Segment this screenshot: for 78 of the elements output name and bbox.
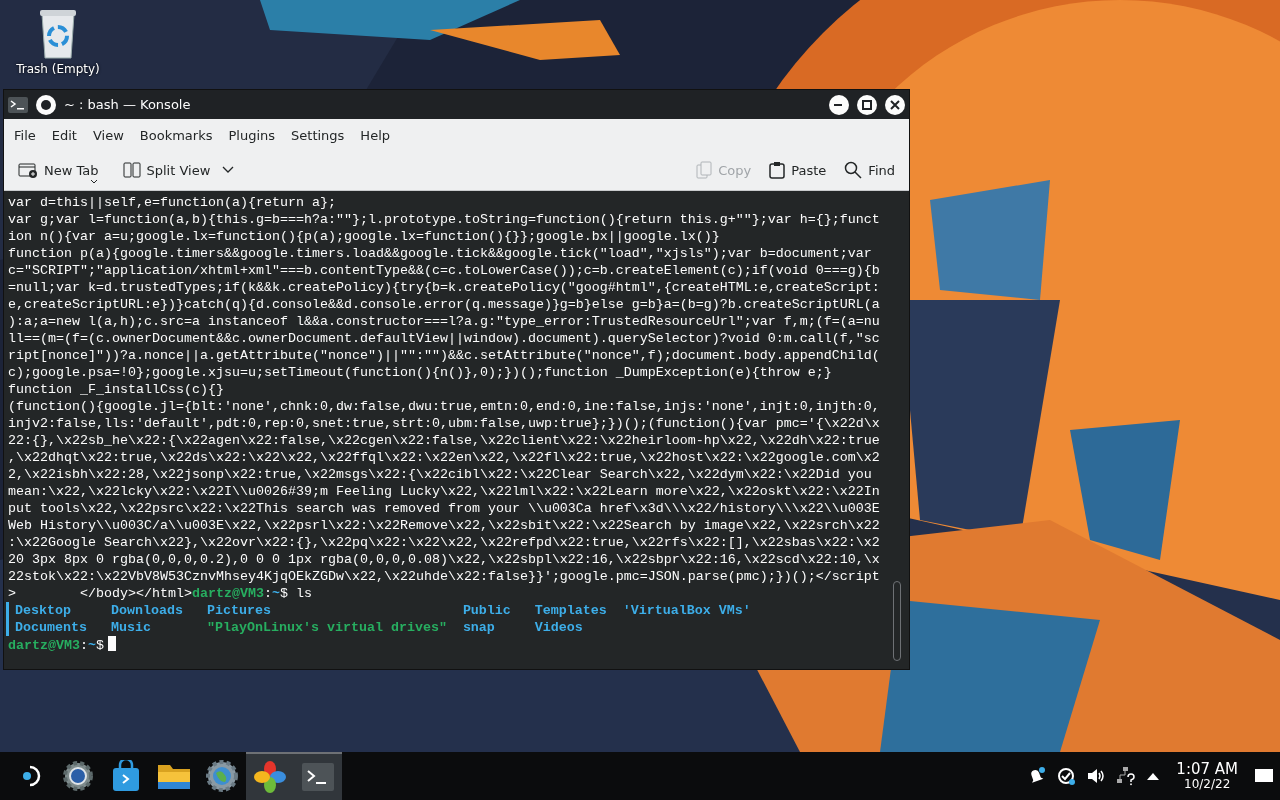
terminal-line: ion n(){var a=u;google.lx=function(){p(a);google.lx=function(){}};google.bx||google.lx()} xyxy=(8,228,721,245)
file-name: Documents xyxy=(15,620,87,635)
terminal-line: injv2:false,lls:'default',pdt:0,rep:0,snet:true,strt:0,ubm:false,uwp:true};})();(function(){var pmc='{\x22d\x xyxy=(8,415,881,432)
file-name: Downloads xyxy=(110,603,183,618)
close-icon xyxy=(890,99,900,110)
menu-item[interactable]: View xyxy=(84,123,132,149)
expand-arrow-icon[interactable] xyxy=(1146,771,1161,781)
menu-item[interactable]: File xyxy=(6,123,44,149)
terminal-line: (function(){google.jl={blt:'none',chnk:0,dw:false,dwu:true,emtn:0,end:0,ine:false,injs:'none',injt:0,injth:0, xyxy=(8,398,881,415)
terminal-line: c="SCRIPT";"application/xhtml+xml"===b.contentType&&(c=c.toLowerCase());c=b.createElement(c);if(void 0===g){b xyxy=(8,262,881,279)
terminal-line: var d=this||self,e=function(a){return a}; xyxy=(8,194,337,211)
window-title: ~ : bash — Konsole xyxy=(64,95,191,114)
file-name: 'VirtualBox VMs' xyxy=(622,603,751,618)
terminal-line: ript[nonce]"))?a.nonce||a.getAttribute("nonce")||"":"")&&c.setAttribute("nonce",f);document.body.appendChild( xyxy=(8,347,881,364)
text-cursor xyxy=(108,636,116,651)
trash-icon[interactable] xyxy=(38,8,78,60)
minimize-button[interactable] xyxy=(829,94,849,115)
menu-item[interactable]: Edit xyxy=(43,123,85,149)
network-icon[interactable] xyxy=(1116,766,1137,786)
file-name: Pictures xyxy=(206,603,271,618)
terminal-line: > </body></html>dartz@VM3:~$ ls xyxy=(8,585,313,602)
gear-icon xyxy=(62,760,94,792)
menu-item[interactable]: Help xyxy=(352,123,398,149)
file-name: Videos xyxy=(534,620,583,635)
caret-icon xyxy=(90,179,98,184)
terminal-line: ,\x22dhqt\x22:true,\x22ds\x22:\x22\x22,\x22ffql\x22:\x22en\x22,\x22fl\x22:true,\x22host\x22:\x22google.com\x2 xyxy=(8,449,881,466)
terminal-line: ):a;a=new l(a,h);c.src=a instanceof l&&a.constructor===l?a.g:"type_error:TrustedResourceUrl";var f,m;(f=(a=nu xyxy=(8,313,881,330)
paste-button[interactable]: Paste xyxy=(763,156,833,184)
split-view-button[interactable]: Split View xyxy=(116,156,241,184)
split-view-icon xyxy=(122,162,141,179)
shopping-bag-icon xyxy=(111,760,141,792)
update-icon[interactable] xyxy=(1056,766,1077,786)
terminal-line: dartz@VM3:~$ xyxy=(8,636,889,653)
find-button[interactable]: Find xyxy=(838,156,901,184)
terminal-line: var g;var l=function(a,b){this.g=b===h?a:""};l.prototype.toString=function(){return this.g+""};var h={};funct xyxy=(8,211,881,228)
terminal-line: Web History\\u003C/a\\u003E\x22,\x22psrl\x22:\x22Remove\x22,\x22sbit\x22:\x22Search by image\x22,\x22srch\x22 xyxy=(8,517,881,534)
maximize-button[interactable] xyxy=(857,94,877,115)
new-tab-button[interactable]: New Tab xyxy=(12,156,105,184)
menu-item[interactable]: Settings xyxy=(283,123,353,149)
terminal-line: e,createScriptURL:e})}catch(q){d.console&&d.console.error(q.message)}g=b}else g=b}a=(b=g)?b.createScriptURL(a xyxy=(8,296,881,313)
maximize-icon xyxy=(862,99,872,110)
show-desktop-icon[interactable] xyxy=(1254,768,1274,784)
terminal-icon xyxy=(8,96,28,113)
terminal-line: =null;var k=d.trustedTypes;if(k&&k.createPolicy){try{b=k.createPolicy("goog#html",{createHTML:e,createScript: xyxy=(8,279,881,296)
file-name: "PlayOnLinux's virtual drives" xyxy=(206,620,447,635)
chevron-icon xyxy=(222,166,235,175)
terminal-line: 22stok\x22:\x22VbV8W53CznvMhsey4KjqOEkZGDw\x22,\x22uhde\x22:false}}';google.pmc=JSON.parse(pmc);})();</script xyxy=(8,568,881,585)
close-button[interactable] xyxy=(885,94,905,115)
menu-item[interactable]: Plugins xyxy=(220,123,284,149)
terminal-line: 2,\x22isbh\x22:28,\x22jsonp\x22:true,\x22msgs\x22:{\x22cibl\x22:\x22Clear Search\x22,\x22dym\x22:\x22Did you xyxy=(8,466,873,483)
clipboard-icon xyxy=(769,161,786,180)
taskbar-item[interactable] xyxy=(246,752,294,800)
terminal-line: :\x22Google Search\x22},\x22ovr\x22:{},\x22pq\x22:\x22\x22,\x22refpd\x22:true,\x22rfs\x22:[],\x22sbas\x22:\x2 xyxy=(8,534,881,551)
file-name: snap xyxy=(462,620,495,635)
terminal-line: 20 3px 8px 0 rgba(0,0,0,0.2),0 0 0 1px rgba(0,0,0,0.08)\x22,\x22sbpl\x22:16,\x22sbpr\x22:16,\x22scd\x22:10,\x xyxy=(8,551,881,568)
globe-gear-icon xyxy=(206,760,238,792)
menu-item[interactable]: Bookmarks xyxy=(131,123,221,149)
file-name: Templates xyxy=(534,603,607,618)
terminal-line: function p(a){google.timers&&google.timers.load&&google.tick&&google.tick("load","xjsls");var b=document;var xyxy=(8,245,873,262)
terminal-line: ll==(m=(f=(c.ownerDocument&&c.ownerDocument.defaultView||window).document).querySelector)?void 0:m.call(f,"sc xyxy=(8,330,881,347)
clover-icon xyxy=(253,760,287,794)
pin-icon[interactable] xyxy=(36,94,56,115)
terminal-line: function _F_installCss(c){} xyxy=(8,381,225,398)
clock[interactable]: 1:07 AM 10/2/22 xyxy=(1170,761,1244,791)
file-name: Desktop xyxy=(15,603,71,618)
folder-icon xyxy=(157,762,191,790)
file-name: Public xyxy=(462,603,511,618)
volume-icon[interactable] xyxy=(1086,766,1107,786)
copy-icon xyxy=(696,161,713,180)
terminal-line: c);google.psa=!0};google.xjsu=u;setTimeout(function(){n()},0);})();function _DumpException(e){throw e;} xyxy=(8,364,833,381)
terminal-line: put tools\x22,\x22psrc\x22:\x22This search was removed from your \\u003Ca href\x3d\\\x22/history\\\x22\\u003E xyxy=(8,500,881,517)
new-tab-icon xyxy=(18,162,38,179)
terminal-line: 22:{},\x22sb_he\x22:{\x22agen\x22:false,\x22cgen\x22:false,\x22client\x22:\x22heirloom-hp\x22,\x22dh\x22:true xyxy=(8,432,881,449)
terminal-icon xyxy=(302,763,334,791)
icon-label: Trash (Empty) xyxy=(16,61,100,78)
search-icon xyxy=(844,161,863,180)
file-name: Music xyxy=(110,620,151,635)
terminal-line: mean:\x22,\x22lcky\x22:\x22I\\u0026#39;m Feeling Lucky\x22,\x22lml\x22:\x22Learn more\x22,\x22oskt\x22:\x22In xyxy=(8,483,881,500)
